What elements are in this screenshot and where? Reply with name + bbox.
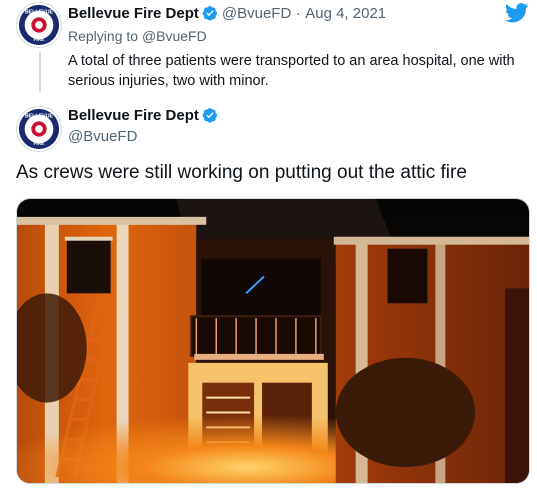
twitter-bird-icon[interactable] (505, 3, 529, 23)
tweet-date[interactable]: Aug 4, 2021 (305, 5, 386, 22)
fire-scene-image (17, 199, 529, 483)
badge-text-top: BELLEVUE (25, 10, 54, 16)
tweet-photo[interactable] (16, 198, 530, 484)
main-tweet-author: Bellevue Fire Dept (68, 107, 218, 125)
badge-text-bottom: FIRE (34, 141, 45, 147)
parent-tweet-text: A total of three patients were transport… (68, 53, 515, 89)
avatar[interactable]: BELLEVUE FIRE (16, 2, 62, 48)
replying-to: Replying to @BvueFD (68, 28, 207, 44)
main-tweet-text: As crews were still working on putting o… (16, 162, 467, 183)
author-handle[interactable]: @BvueFD (68, 128, 137, 145)
replying-to-handle[interactable]: @BvueFD (142, 28, 207, 44)
parent-tweet-header: Bellevue Fire Dept @BvueFD · Aug 4, 2021 (68, 5, 386, 23)
bellevue-fire-logo-icon: BELLEVUE FIRE (18, 4, 60, 46)
separator-dot: · (295, 5, 301, 22)
thread-line (39, 52, 41, 92)
verified-badge-icon (202, 108, 217, 123)
replying-to-label: Replying to (68, 28, 139, 44)
author-name[interactable]: Bellevue Fire Dept (68, 107, 199, 124)
badge-text-bottom: FIRE (34, 37, 45, 43)
author-name[interactable]: Bellevue Fire Dept (68, 5, 199, 22)
parent-tweet[interactable]: BELLEVUE FIRE Bellevue Fire Dept @BvueFD … (16, 0, 521, 100)
verified-badge-icon (202, 6, 217, 21)
author-handle[interactable]: @BvueFD (222, 5, 291, 22)
bellevue-fire-logo-icon: BELLEVUE FIRE (18, 108, 60, 150)
avatar[interactable]: BELLEVUE FIRE (16, 106, 62, 152)
badge-text-top: BELLEVUE (25, 114, 54, 120)
